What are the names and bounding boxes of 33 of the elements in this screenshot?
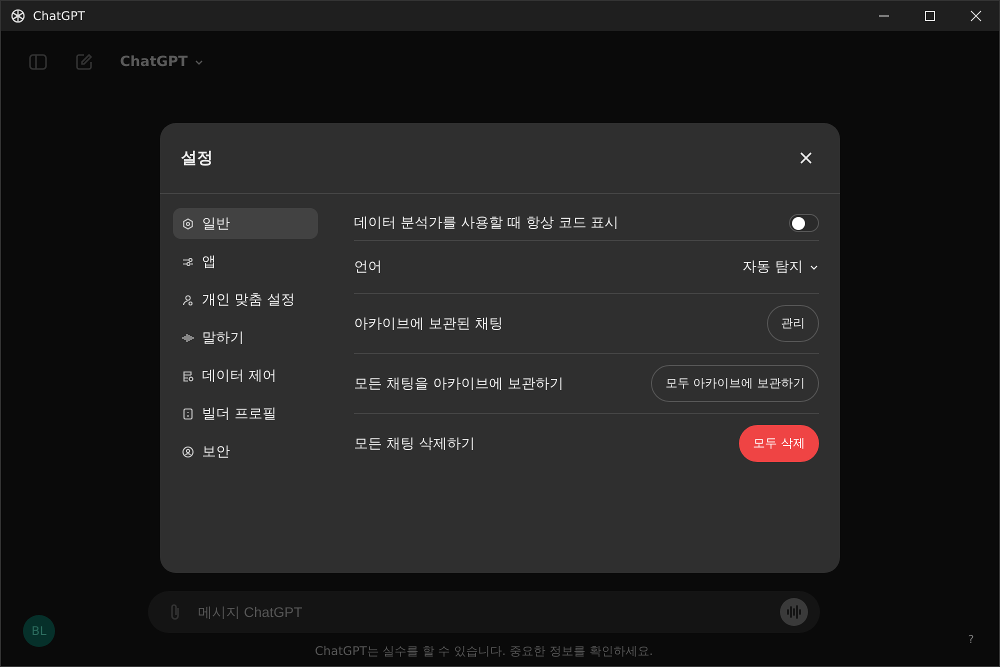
sidebar-item[interactable]: 보안 (173, 436, 318, 467)
setting-label: 모든 채팅 삭제하기 (354, 434, 475, 452)
action-button[interactable]: 관리 (767, 305, 819, 342)
sidebar-item[interactable]: 일반 (173, 208, 318, 239)
badge-icon (182, 408, 194, 420)
sidebar-item[interactable]: 데이터 제어 (173, 360, 318, 391)
action-button[interactable]: 모두 삭제 (739, 425, 819, 462)
dialog-title: 설정 (181, 148, 213, 168)
toggle-switch[interactable] (789, 214, 819, 232)
sliders-icon (182, 256, 194, 268)
person-icon (182, 294, 194, 306)
language-dropdown[interactable]: 자동 탐지 (742, 258, 819, 276)
action-button[interactable]: 모두 아카이브에 보관하기 (651, 365, 819, 402)
gear-icon (182, 218, 194, 230)
window-title: ChatGPT (33, 9, 85, 23)
wave-icon (182, 332, 194, 344)
message-field[interactable]: 메시지 ChatGPT (148, 591, 820, 633)
sidebar-item[interactable]: 말하기 (173, 322, 318, 353)
close-icon[interactable] (800, 152, 812, 164)
setting-label: 아카이브에 보관된 채팅 (354, 314, 503, 332)
maximize-icon[interactable] (924, 10, 936, 22)
logo-icon (10, 8, 26, 24)
setting-label: 모든 채팅을 아카이브에 보관하기 (354, 374, 564, 392)
disclaimer-text: ChatGPT는 실수를 할 수 있습니다. 중요한 정보를 확인하세요. (314, 643, 654, 660)
sidebar-item[interactable]: 개인 맞춤 설정 (173, 284, 318, 315)
sidebar-item[interactable]: 빌더 프로필 (173, 398, 318, 429)
help-button[interactable]: ? (963, 631, 979, 647)
message-input[interactable]: 메시지 ChatGPT (196, 603, 768, 621)
setting-label: 데이터 분석가를 사용할 때 항상 코드 표시 (354, 214, 619, 232)
setting-label: 언어 (354, 258, 382, 276)
data-icon (182, 370, 194, 382)
sidebar-item[interactable]: 앱 (173, 246, 318, 277)
close-icon[interactable] (970, 10, 982, 22)
